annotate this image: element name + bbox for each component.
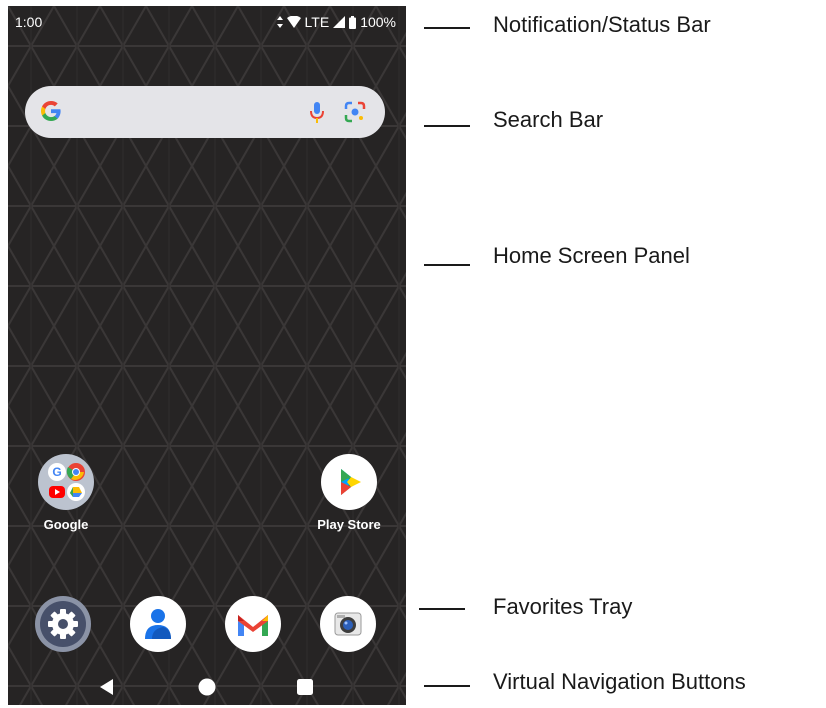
callout-favorites-tray: Favorites Tray xyxy=(493,594,633,619)
battery-level: 100% xyxy=(360,14,396,30)
microphone-icon[interactable] xyxy=(308,101,326,125)
recents-icon[interactable] xyxy=(296,678,314,696)
signal-icon xyxy=(333,16,346,28)
callout-line-status xyxy=(424,27,470,29)
play-store-icon xyxy=(321,454,377,510)
callout-line-search xyxy=(424,125,470,127)
gmail-icon xyxy=(238,615,268,636)
camera-app[interactable] xyxy=(320,596,376,652)
callout-virtual-navigation-buttons: Virtual Navigation Buttons xyxy=(493,669,746,694)
status-icons: LTE 100% xyxy=(276,14,396,30)
callout-line-favorites xyxy=(419,608,465,610)
battery-icon xyxy=(349,15,357,29)
status-time: 1:00 xyxy=(15,14,43,30)
google-g-icon xyxy=(41,101,61,121)
settings-app[interactable] xyxy=(35,596,91,652)
contacts-app[interactable] xyxy=(130,596,186,652)
lens-icon[interactable] xyxy=(344,101,366,123)
svg-text:G: G xyxy=(52,465,61,479)
google-folder-icon: G xyxy=(38,454,94,510)
home-icon[interactable] xyxy=(197,677,217,697)
search-bar[interactable] xyxy=(25,86,385,138)
app-google-folder[interactable]: G Google xyxy=(21,454,111,532)
virtual-navigation-bar xyxy=(8,666,406,705)
contacts-icon xyxy=(145,609,171,639)
app-play-store[interactable]: Play Store xyxy=(304,454,394,532)
camera-icon xyxy=(334,612,362,636)
home-screen-panel: 1:00 LTE 100% G Google Play Store xyxy=(8,6,406,705)
status-bar[interactable]: 1:00 LTE 100% xyxy=(8,6,406,36)
data-arrows-icon xyxy=(276,16,283,28)
gmail-app[interactable] xyxy=(225,596,281,652)
callout-line-navigation xyxy=(424,685,470,687)
settings-icon xyxy=(40,601,86,647)
wifi-icon xyxy=(286,16,301,28)
app-label: Google xyxy=(43,517,89,532)
callout-line-home xyxy=(424,264,470,266)
callout-status-bar: Notification/Status Bar xyxy=(493,12,711,37)
callout-home-screen-panel: Home Screen Panel xyxy=(493,243,690,268)
callout-search-bar: Search Bar xyxy=(493,107,604,132)
network-type: LTE xyxy=(304,14,330,30)
back-icon[interactable] xyxy=(97,677,117,697)
app-label: Play Store xyxy=(317,517,381,532)
